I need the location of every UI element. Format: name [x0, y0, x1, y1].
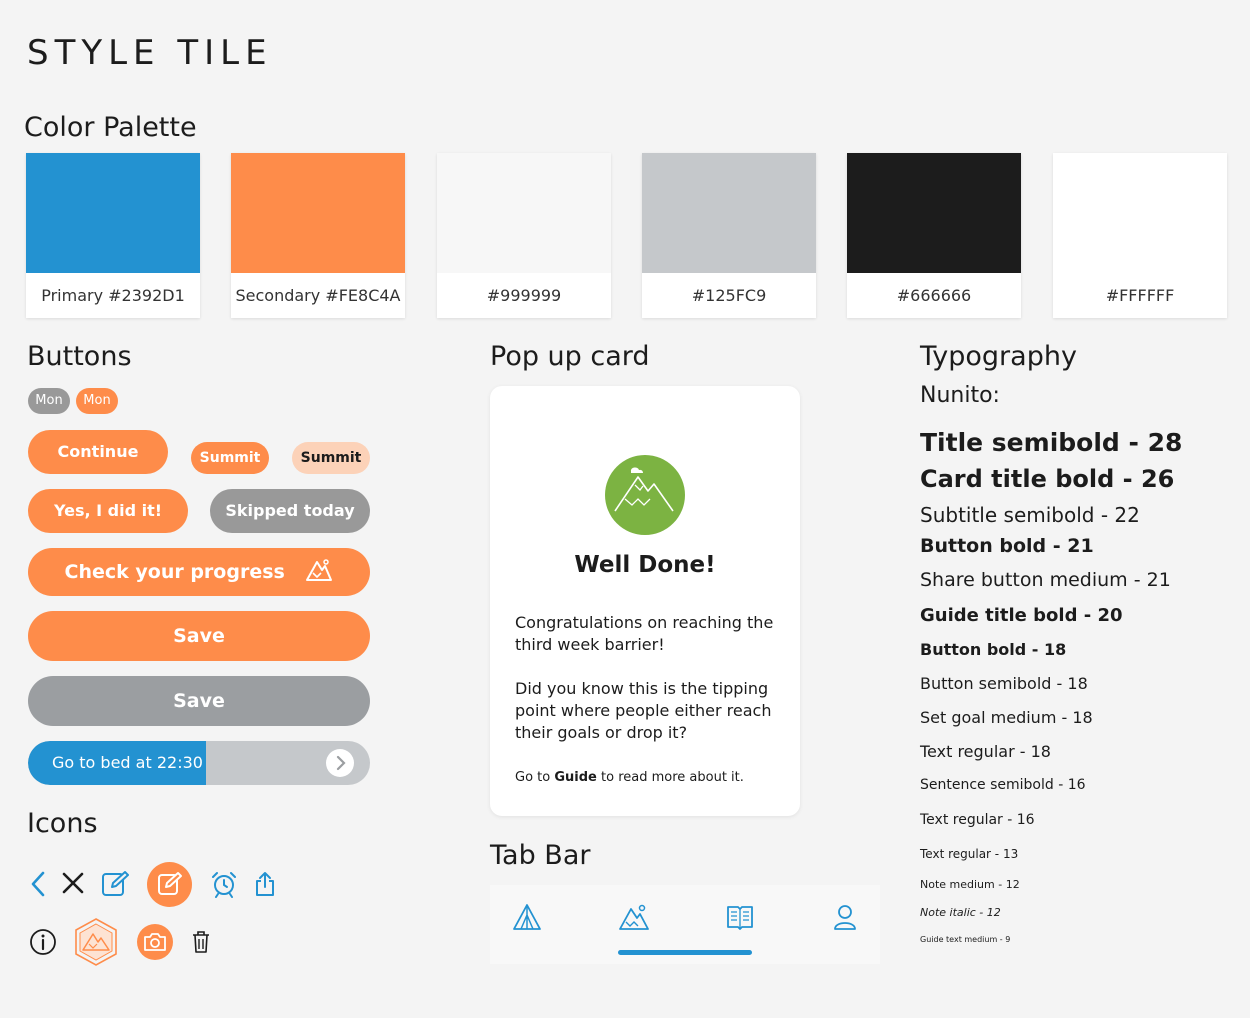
typography-heading: Typography: [920, 341, 1077, 372]
profile-icon[interactable]: [832, 903, 858, 931]
popup-footer-post: to read more about it.: [601, 770, 744, 785]
tab-bar: [490, 885, 880, 964]
chevron-left-icon[interactable]: [28, 870, 50, 898]
mountain-badge-icon[interactable]: [73, 917, 119, 967]
popup-paragraph-1: Congratulations on reaching the third we…: [515, 613, 774, 654]
swatch-chip: [1053, 153, 1227, 273]
typo-sample-16: Guide text medium - 9: [920, 935, 1011, 944]
typo-sample-7: Button bold - 18: [920, 640, 1067, 659]
typo-sample-8: Button semibold - 18: [920, 674, 1088, 693]
alarm-icon[interactable]: [210, 870, 238, 898]
typo-sample-3: Subtitle semibold - 22: [920, 503, 1140, 527]
swatch-label: Primary #2392D1: [41, 286, 185, 305]
swatch-label: #FFFFFF: [1105, 286, 1175, 305]
typo-sample-2: Card title bold - 26: [920, 465, 1175, 493]
tent-icon[interactable]: [512, 903, 542, 931]
trash-icon[interactable]: [190, 930, 212, 954]
continue-button[interactable]: Continue: [28, 430, 168, 474]
typo-sample-5: Share button medium - 21: [920, 569, 1171, 591]
info-icon[interactable]: [29, 928, 57, 956]
swatch-white: #FFFFFF: [1053, 153, 1227, 318]
typo-sample-14: Note medium - 12: [920, 878, 1020, 891]
active-tab-indicator: [618, 950, 752, 955]
mountain-icon: [306, 559, 333, 581]
slider-label: Go to bed at 22:30: [52, 753, 203, 772]
save-button-disabled[interactable]: Save: [28, 676, 370, 726]
buttons-heading: Buttons: [27, 341, 132, 372]
color-palette-heading: Color Palette: [24, 112, 197, 143]
save-button[interactable]: Save: [28, 611, 370, 661]
swatch-primary: Primary #2392D1: [26, 153, 200, 318]
day-pill-unselected[interactable]: Mon: [28, 388, 70, 414]
typo-sample-11: Sentence semibold - 16: [920, 777, 1086, 793]
typography-font-name: Nunito:: [920, 383, 1000, 408]
camera-icon[interactable]: [137, 924, 173, 960]
swatch-black: #666666: [847, 153, 1021, 318]
typo-sample-1: Title semibold - 28: [920, 428, 1183, 457]
slider-arrow-icon[interactable]: [326, 749, 354, 777]
swatch-grey: #125FC9: [642, 153, 816, 318]
guide-link[interactable]: Guide: [554, 770, 597, 785]
swatch-chip: [847, 153, 1021, 273]
swatch-chip: [437, 153, 611, 273]
check-progress-label: Check your progress: [64, 561, 285, 583]
tabbar-heading: Tab Bar: [490, 840, 591, 871]
swatch-label: #999999: [486, 286, 562, 305]
skipped-today-button[interactable]: Skipped today: [210, 489, 370, 533]
popup-footer: Go to Guide to read more about it.: [515, 770, 783, 785]
typo-sample-10: Text regular - 18: [920, 742, 1051, 761]
edit-circle-icon[interactable]: [147, 862, 192, 907]
popup-title: Well Done!: [574, 552, 716, 578]
share-icon[interactable]: [253, 870, 277, 898]
book-icon[interactable]: [726, 903, 754, 931]
summit-button[interactable]: Summit: [191, 442, 269, 474]
summit-light-button[interactable]: Summit: [292, 442, 370, 474]
swatch-secondary: Secondary #FE8C4A: [231, 153, 405, 318]
bedtime-slider[interactable]: Go to bed at 22:30: [28, 741, 370, 785]
edit-icon[interactable]: [100, 869, 130, 899]
check-progress-button[interactable]: Check your progress: [28, 548, 370, 596]
typo-sample-4: Button bold - 21: [920, 535, 1094, 557]
swatch-label: Secondary #FE8C4A: [235, 286, 401, 305]
swatch-label: #125FC9: [691, 286, 767, 305]
swatch-chip: [26, 153, 200, 273]
page-title: STYLE TILE: [27, 33, 273, 73]
typo-sample-9: Set goal medium - 18: [920, 708, 1093, 727]
mountain-success-icon: [605, 455, 685, 535]
swatch-light-grey: #999999: [437, 153, 611, 318]
typo-sample-13: Text regular - 13: [920, 847, 1019, 861]
popup-paragraph-2: Did you know this is the tipping point w…: [515, 679, 772, 742]
mountain-tab-icon[interactable]: [618, 903, 650, 931]
close-icon[interactable]: [61, 871, 85, 895]
icons-heading: Icons: [27, 808, 98, 839]
popup-heading: Pop up card: [490, 341, 650, 372]
swatch-chip: [642, 153, 816, 273]
typo-sample-6: Guide title bold - 20: [920, 605, 1123, 626]
swatch-chip: [231, 153, 405, 273]
popup-card: Well Done! Congratulations on reaching t…: [490, 386, 800, 816]
typo-sample-12: Text regular - 16: [920, 812, 1035, 828]
day-pill-selected[interactable]: Mon: [76, 388, 118, 414]
swatch-label: #666666: [896, 286, 972, 305]
popup-footer-pre: Go to: [515, 770, 551, 785]
typo-sample-15: Note italic - 12: [920, 906, 1001, 919]
yes-did-it-button[interactable]: Yes, I did it!: [28, 489, 188, 533]
